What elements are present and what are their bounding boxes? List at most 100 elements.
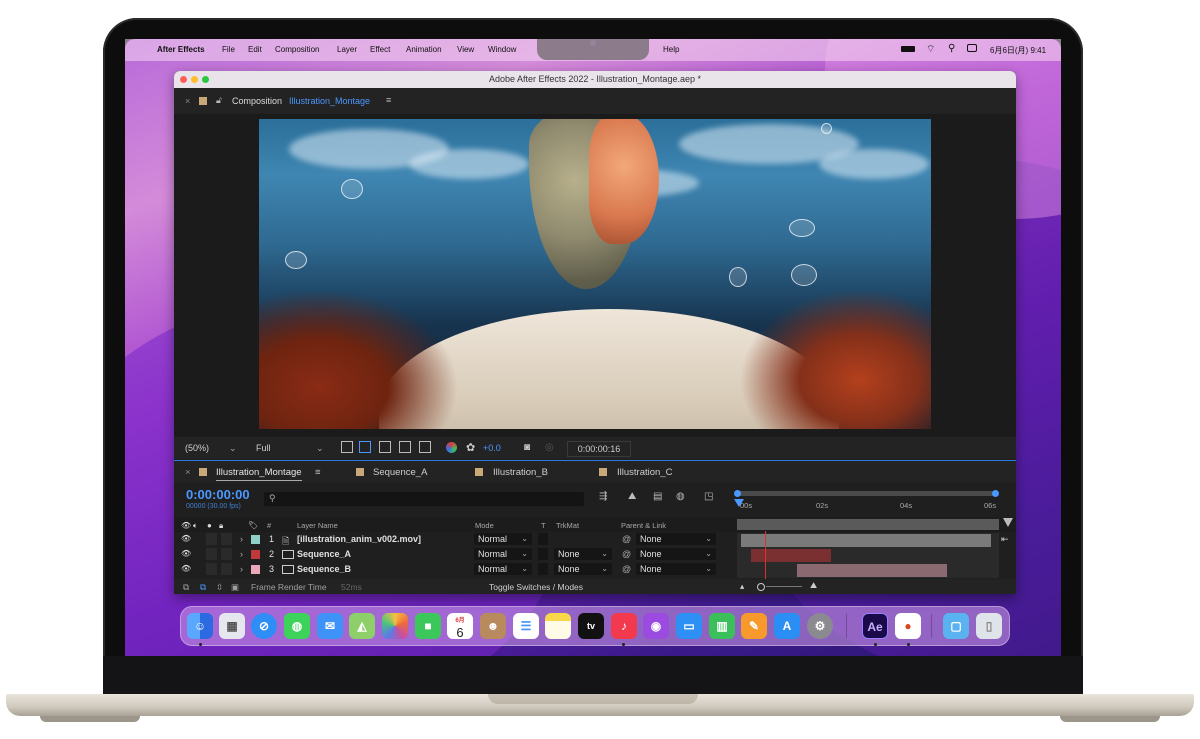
menu-app-name[interactable]: After Effects bbox=[157, 45, 205, 54]
toggle-switches-modes-button[interactable]: Toggle Switches / Modes bbox=[489, 582, 583, 592]
numbers-icon[interactable]: ▥ bbox=[709, 613, 735, 639]
zoom-select[interactable]: (50%) bbox=[185, 441, 209, 455]
pick-whip-icon[interactable]: @ bbox=[622, 549, 631, 559]
close-window-button[interactable] bbox=[180, 76, 187, 83]
fast-previews-icon[interactable] bbox=[341, 441, 353, 453]
visibility-eye-icon[interactable]: 👁︎ bbox=[181, 534, 191, 543]
layer-name-column-header[interactable]: Layer Name bbox=[297, 521, 338, 530]
menu-composition[interactable]: Composition bbox=[275, 45, 319, 54]
solo-switch[interactable] bbox=[206, 533, 217, 545]
zoom-slider-track[interactable] bbox=[766, 586, 802, 587]
layer-name[interactable]: Sequence_A bbox=[297, 549, 351, 559]
timeline-time-navigator[interactable] bbox=[737, 519, 999, 530]
menu-layer[interactable]: Layer bbox=[337, 45, 357, 54]
visibility-eye-icon[interactable]: 👁︎ bbox=[181, 549, 191, 558]
after-effects-icon[interactable]: Ae bbox=[862, 613, 888, 639]
tab-menu-icon[interactable]: ≡ bbox=[315, 467, 321, 478]
spotlight-icon[interactable]: ⚲ bbox=[948, 43, 955, 54]
composition-name[interactable]: Illustration_Montage bbox=[289, 96, 370, 106]
transfer-controls-icon[interactable]: ⧉ bbox=[200, 582, 206, 593]
composition-mini-flowchart-icon[interactable]: ⇶ bbox=[599, 491, 607, 502]
parent-select[interactable]: None ⌄ bbox=[636, 563, 716, 575]
shy-layers-icon[interactable]: ▤ bbox=[653, 491, 662, 502]
lock-switch[interactable] bbox=[221, 548, 232, 560]
control-center-icon[interactable] bbox=[967, 44, 977, 52]
tv-icon[interactable]: tv bbox=[578, 613, 604, 639]
current-time-display[interactable]: 0:00:00:00 bbox=[186, 487, 250, 502]
expand-chevron-icon[interactable]: › bbox=[240, 534, 243, 544]
preserve-transparency-switch[interactable] bbox=[538, 563, 548, 575]
layer-search-input[interactable]: ⚲ bbox=[264, 492, 584, 506]
label-column-icon[interactable]: 🏷︎ bbox=[248, 521, 258, 530]
photos-icon[interactable] bbox=[382, 613, 408, 639]
blend-mode-select[interactable]: Normal ⌄ bbox=[474, 563, 532, 575]
snapshot-camera-icon[interactable]: ◙ bbox=[524, 442, 530, 453]
tab-sequence-a[interactable]: Sequence_A bbox=[373, 467, 427, 478]
close-panel-icon[interactable]: × bbox=[185, 96, 190, 106]
zoom-window-button[interactable] bbox=[202, 76, 209, 83]
lock-switch[interactable] bbox=[221, 533, 232, 545]
graph-editor-icon[interactable]: ◳ bbox=[704, 491, 713, 502]
transparency-grid-icon[interactable] bbox=[359, 441, 371, 453]
launchpad-icon[interactable]: ▦ bbox=[219, 613, 245, 639]
pages-icon[interactable]: ✎ bbox=[741, 613, 767, 639]
panel-menu-icon[interactable]: ≡ bbox=[386, 95, 391, 105]
in-out-columns-icon[interactable]: ⇳ bbox=[216, 582, 223, 593]
layer-label-color[interactable] bbox=[251, 565, 260, 574]
blend-mode-select[interactable]: Normal ⌄ bbox=[474, 548, 532, 560]
layer-row[interactable]: 👁︎ › 2 Sequence_A Normal ⌄ None ⌄ @ None ⌄ bbox=[174, 547, 734, 562]
color-channels-icon[interactable] bbox=[446, 442, 457, 453]
maps-icon[interactable]: ◭ bbox=[349, 613, 375, 639]
trash-icon[interactable]: ▯ bbox=[976, 613, 1002, 639]
keynote-icon[interactable]: ▭ bbox=[676, 613, 702, 639]
layer-row[interactable]: 👁︎ › 3 Sequence_B Normal ⌄ None ⌄ @ None ⌄ bbox=[174, 562, 734, 577]
resolution-chevron-icon[interactable]: ⌄ bbox=[316, 441, 324, 455]
close-timeline-icon[interactable]: × bbox=[185, 467, 191, 478]
lock-switch[interactable] bbox=[221, 563, 232, 575]
calendar-icon[interactable]: 6月 6 bbox=[447, 613, 473, 639]
timeline-tracks[interactable] bbox=[737, 531, 999, 579]
notes-icon[interactable] bbox=[545, 613, 571, 639]
work-area-start-handle[interactable] bbox=[734, 490, 741, 497]
menu-animation[interactable]: Animation bbox=[406, 45, 442, 54]
layer-label-color[interactable] bbox=[251, 535, 260, 544]
tab-illustration-c[interactable]: Illustration_C bbox=[617, 467, 672, 478]
app-store-icon[interactable]: A bbox=[774, 613, 800, 639]
viewer-timecode[interactable]: 0:00:00:16 bbox=[567, 441, 631, 457]
mail-icon[interactable]: ✉ bbox=[317, 613, 343, 639]
work-area-bar[interactable] bbox=[737, 491, 997, 496]
zoom-chevron-icon[interactable]: ⌄ bbox=[229, 441, 237, 455]
visibility-eye-icon[interactable]: 👁︎ bbox=[181, 564, 191, 573]
music-icon[interactable]: ♪ bbox=[611, 613, 637, 639]
menu-window[interactable]: Window bbox=[488, 45, 516, 54]
layer-label-color[interactable] bbox=[251, 550, 260, 559]
downloads-icon[interactable]: ▢ bbox=[943, 613, 969, 639]
menu-view[interactable]: View bbox=[457, 45, 474, 54]
playhead-line[interactable] bbox=[765, 531, 766, 579]
lock-column-icon[interactable]: 🔒︎ bbox=[219, 521, 223, 531]
layer-name[interactable]: [illustration_anim_v002.mov] bbox=[297, 534, 421, 544]
solo-switch[interactable] bbox=[206, 563, 217, 575]
track-matte-select[interactable]: None ⌄ bbox=[554, 563, 612, 575]
frame-blending-icon[interactable]: ◍ bbox=[676, 491, 685, 502]
work-area-end-handle[interactable] bbox=[992, 490, 999, 497]
resolution-select[interactable]: Full bbox=[256, 441, 271, 455]
layer-duration-bar[interactable] bbox=[741, 534, 991, 547]
system-preferences-icon[interactable]: ⚙ bbox=[807, 613, 833, 639]
visibility-column-icon[interactable]: 👁︎ bbox=[181, 521, 191, 530]
comp-marker-bin-icon[interactable] bbox=[1003, 518, 1013, 527]
tab-illustration-b[interactable]: Illustration_B bbox=[493, 467, 548, 478]
parent-select[interactable]: None ⌄ bbox=[636, 533, 716, 545]
zoom-slider-thumb[interactable] bbox=[757, 583, 765, 591]
finder-icon[interactable]: ☺ bbox=[187, 613, 213, 639]
region-of-interest-icon[interactable] bbox=[399, 441, 411, 453]
blend-mode-select[interactable]: Normal ⌄ bbox=[474, 533, 532, 545]
powerpoint-icon[interactable]: ● bbox=[895, 613, 921, 639]
zoom-in-icon[interactable]: ⛰ bbox=[810, 580, 817, 591]
solo-switch[interactable] bbox=[206, 548, 217, 560]
composition-viewer[interactable] bbox=[174, 114, 1016, 436]
layer-duration-bar[interactable] bbox=[797, 564, 947, 577]
menu-file[interactable]: File bbox=[222, 45, 235, 54]
menu-edit[interactable]: Edit bbox=[248, 45, 262, 54]
wifi-icon[interactable]: ⌔ bbox=[926, 43, 935, 56]
